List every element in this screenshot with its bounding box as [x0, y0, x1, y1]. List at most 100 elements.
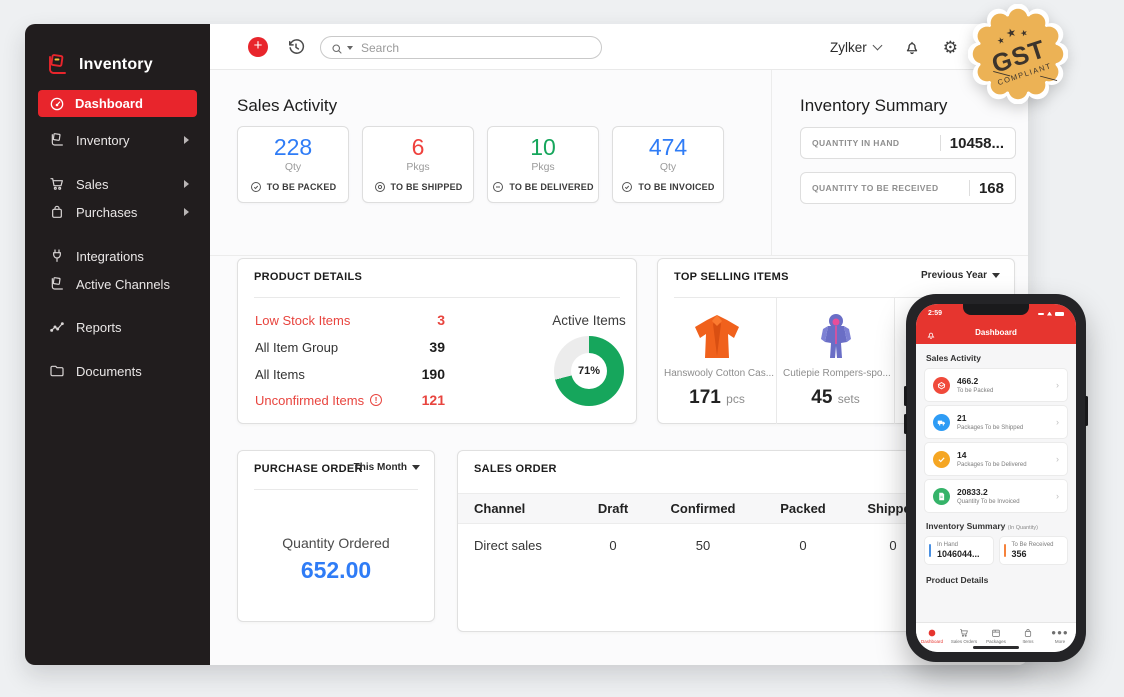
top-selling-item[interactable]: Hanswooly Cotton Cas... 171 pcs: [658, 298, 776, 424]
item-unit: sets: [838, 392, 860, 406]
card-unit: Pkgs: [363, 161, 473, 173]
card-to-be-shipped[interactable]: 6 Pkgs TO BE SHIPPED: [362, 126, 474, 203]
sidebar-item-label: Reports: [76, 320, 122, 335]
top-selling-item[interactable]: Cutiepie Rompers-spo... 45 sets: [776, 298, 894, 424]
plug-icon: [49, 248, 65, 264]
quantity-to-be-received-row[interactable]: QUANTITY TO BE RECEIVED 168: [800, 172, 1016, 204]
phone-header: 2:59 Dashboard: [916, 304, 1076, 344]
phone-card-value: 14: [957, 450, 1027, 461]
row-label: QUANTITY IN HAND: [812, 138, 940, 148]
phone-tab-dashboard: Dashboard: [916, 623, 948, 652]
truck-icon: [933, 414, 950, 431]
check-circle-icon: [250, 181, 262, 193]
org-selector[interactable]: Zylker: [830, 40, 881, 55]
active-items-label: Active Items: [524, 313, 654, 328]
topbar: + Zylker: [210, 24, 1028, 70]
phone-mockup: 2:59 Dashboard Sales Activity: [906, 294, 1086, 662]
page: Inventory Dashboard Inventory: [0, 0, 1124, 697]
row-value: 190: [422, 366, 445, 382]
trolley-icon: [49, 132, 65, 148]
all-items-row[interactable]: All Items 190: [255, 366, 445, 382]
sidebar-item-purchases[interactable]: Purchases: [38, 199, 197, 225]
check-icon: [933, 451, 950, 468]
card-value: 6: [363, 134, 473, 161]
card-label: TO BE SHIPPED: [391, 182, 463, 192]
unconfirmed-items-row[interactable]: Unconfirmed Items ! 121: [255, 392, 445, 408]
phone-card-to-be-packed: 466.2 To be Packed ›: [924, 368, 1068, 402]
card-unit: Qty: [238, 161, 348, 173]
sidebar-item-sales[interactable]: Sales: [38, 171, 197, 197]
panel-title: TOP SELLING ITEMS: [674, 271, 789, 283]
signal-icon: [1038, 313, 1044, 315]
col-channel: Channel: [458, 501, 578, 516]
search-input[interactable]: [361, 41, 591, 55]
accent-bar: [1004, 544, 1006, 557]
card-unit: Qty: [613, 161, 723, 173]
phone-card-to-be-delivered: 14 Packages To be Delivered ›: [924, 442, 1068, 476]
item-name: Cutiepie Rompers-spo...: [777, 368, 894, 379]
sidebar-item-active-channels[interactable]: Active Channels: [38, 271, 197, 297]
cart-icon: [948, 627, 980, 638]
purchase-order-filter[interactable]: This Month: [354, 462, 420, 473]
card-to-be-invoiced[interactable]: 474 Qty TO BE INVOICED: [612, 126, 724, 203]
org-name: Zylker: [830, 40, 867, 55]
cell-channel: Direct sales: [458, 538, 578, 553]
search-icon: [331, 42, 343, 54]
sidebar-item-reports[interactable]: Reports: [38, 314, 197, 340]
purchase-order-panel: PURCHASE ORDER This Month Quantity Order…: [237, 450, 435, 622]
sidebar-item-integrations[interactable]: Integrations: [38, 243, 197, 269]
all-item-group-row[interactable]: All Item Group 39: [255, 339, 445, 355]
phone-sum-label: To Be Received: [1012, 542, 1061, 548]
top-selling-filter[interactable]: Previous Year: [921, 270, 1000, 281]
sidebar-item-documents[interactable]: Documents: [38, 358, 197, 384]
card-value: 10: [488, 134, 598, 161]
phone-sum-value: 356: [1012, 549, 1061, 559]
notifications-button[interactable]: [903, 38, 921, 56]
item-name: Hanswooly Cotton Cas...: [658, 368, 776, 379]
phone-sales-activity-title: Sales Activity: [926, 353, 1068, 363]
sidebar: Inventory Dashboard Inventory: [25, 24, 210, 665]
settings-button[interactable]: ⚙: [943, 39, 958, 56]
active-items-donut: 71%: [554, 336, 624, 406]
phone-power-button: [1085, 396, 1088, 426]
summary-band: Sales Activity 228 Qty TO BE PACKED: [210, 70, 1028, 256]
sidebar-item-inventory[interactable]: Inventory: [38, 127, 197, 153]
cell-packed: 0: [758, 538, 848, 553]
phone-inventory-summary-title: Inventory Summary (In Quantity): [926, 521, 1068, 531]
phone-home-indicator: [973, 646, 1019, 649]
item-qty: 45: [811, 387, 832, 408]
romper-image: [816, 312, 856, 362]
check-circle-icon: [621, 181, 633, 193]
chevron-right-icon: ›: [1056, 380, 1059, 390]
sidebar-item-dashboard[interactable]: Dashboard: [38, 90, 197, 117]
quantity-in-hand-row[interactable]: QUANTITY IN HAND 10458...: [800, 127, 1016, 159]
sales-activity-title: Sales Activity: [237, 96, 337, 116]
cart-icon: [49, 176, 65, 192]
col-packed: Packed: [758, 501, 848, 516]
card-to-be-delivered[interactable]: 10 Pkgs TO BE DELIVERED: [487, 126, 599, 203]
phone-card-label: Packages To be Delivered: [957, 462, 1027, 468]
search-scope-caret-icon[interactable]: [347, 46, 353, 50]
chevron-right-icon: ›: [1056, 454, 1059, 464]
brand-logo-row: Inventory: [45, 50, 153, 80]
quantity-ordered-label: Quantity Ordered: [238, 535, 434, 551]
card-to-be-packed[interactable]: 228 Qty TO BE PACKED: [237, 126, 349, 203]
phone-product-details-title: Product Details: [926, 575, 1068, 585]
recent-history-button[interactable]: [286, 37, 306, 57]
phone-nav-title: Dashboard: [916, 328, 1076, 337]
phone-sum-label: In Hand: [937, 542, 986, 548]
more-dots-icon: ●●●: [1044, 627, 1076, 638]
folder-icon: [49, 363, 65, 379]
sidebar-item-label: Integrations: [76, 249, 144, 264]
box-icon: [933, 377, 950, 394]
bag-icon: [49, 204, 65, 220]
sidebar-item-label: Active Channels: [76, 277, 170, 292]
inventory-logo-icon: [45, 53, 69, 77]
low-stock-items-row[interactable]: Low Stock Items 3: [255, 312, 445, 328]
donut-percent: 71%: [578, 365, 600, 377]
sidebar-item-label: Documents: [76, 364, 142, 379]
quick-create-button[interactable]: +: [248, 37, 268, 57]
filter-value: Previous Year: [921, 270, 987, 281]
card-label: TO BE PACKED: [267, 182, 337, 192]
chart-line-icon: [49, 319, 65, 335]
